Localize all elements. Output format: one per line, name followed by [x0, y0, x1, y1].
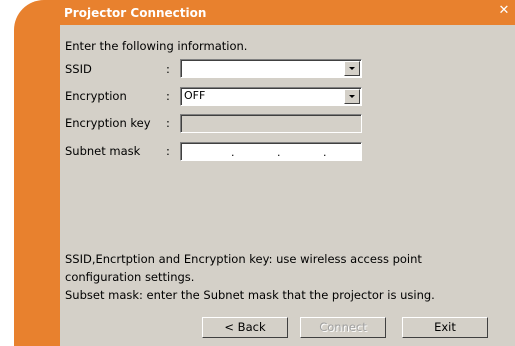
subnet-mask-field[interactable]: . . . [180, 142, 362, 161]
subnet-mask-colon: : [166, 144, 170, 158]
exit-button[interactable]: Exit [402, 317, 488, 338]
chevron-down-icon [349, 95, 355, 98]
back-button[interactable]: < Back [202, 317, 288, 338]
dialog-content: Enter the following information. SSID : … [60, 25, 515, 346]
ssid-label: SSID [65, 62, 92, 76]
encryption-value: OFF [184, 89, 206, 102]
subnet-separator: . [277, 146, 281, 159]
encryption-label: Encryption [65, 89, 127, 103]
help-text-line2: configuration settings. [65, 270, 195, 284]
close-icon[interactable]: ✕ [497, 4, 511, 18]
subnet-separator: . [231, 146, 235, 159]
ssid-dropdown[interactable] [180, 59, 362, 78]
help-text-line3: Subset mask: enter the Subnet mask that … [65, 288, 435, 302]
help-text-line1: SSID,Encrtption and Encryption key: use … [65, 252, 422, 266]
intro-text: Enter the following information. [65, 39, 248, 53]
encryption-key-colon: : [166, 116, 170, 130]
encryption-colon: : [166, 89, 170, 103]
connect-button: Connect [300, 317, 386, 338]
encryption-dropdown-button[interactable] [344, 89, 360, 104]
encryption-key-field [180, 114, 362, 133]
ssid-colon: : [166, 62, 170, 76]
ssid-dropdown-button[interactable] [344, 61, 360, 76]
subnet-separator: . [323, 146, 327, 159]
subnet-mask-label: Subnet mask [65, 144, 141, 158]
window-title: Projector Connection [64, 6, 207, 20]
chevron-down-icon [349, 67, 355, 70]
encryption-dropdown[interactable]: OFF [180, 87, 362, 106]
encryption-key-label: Encryption key [65, 116, 151, 130]
